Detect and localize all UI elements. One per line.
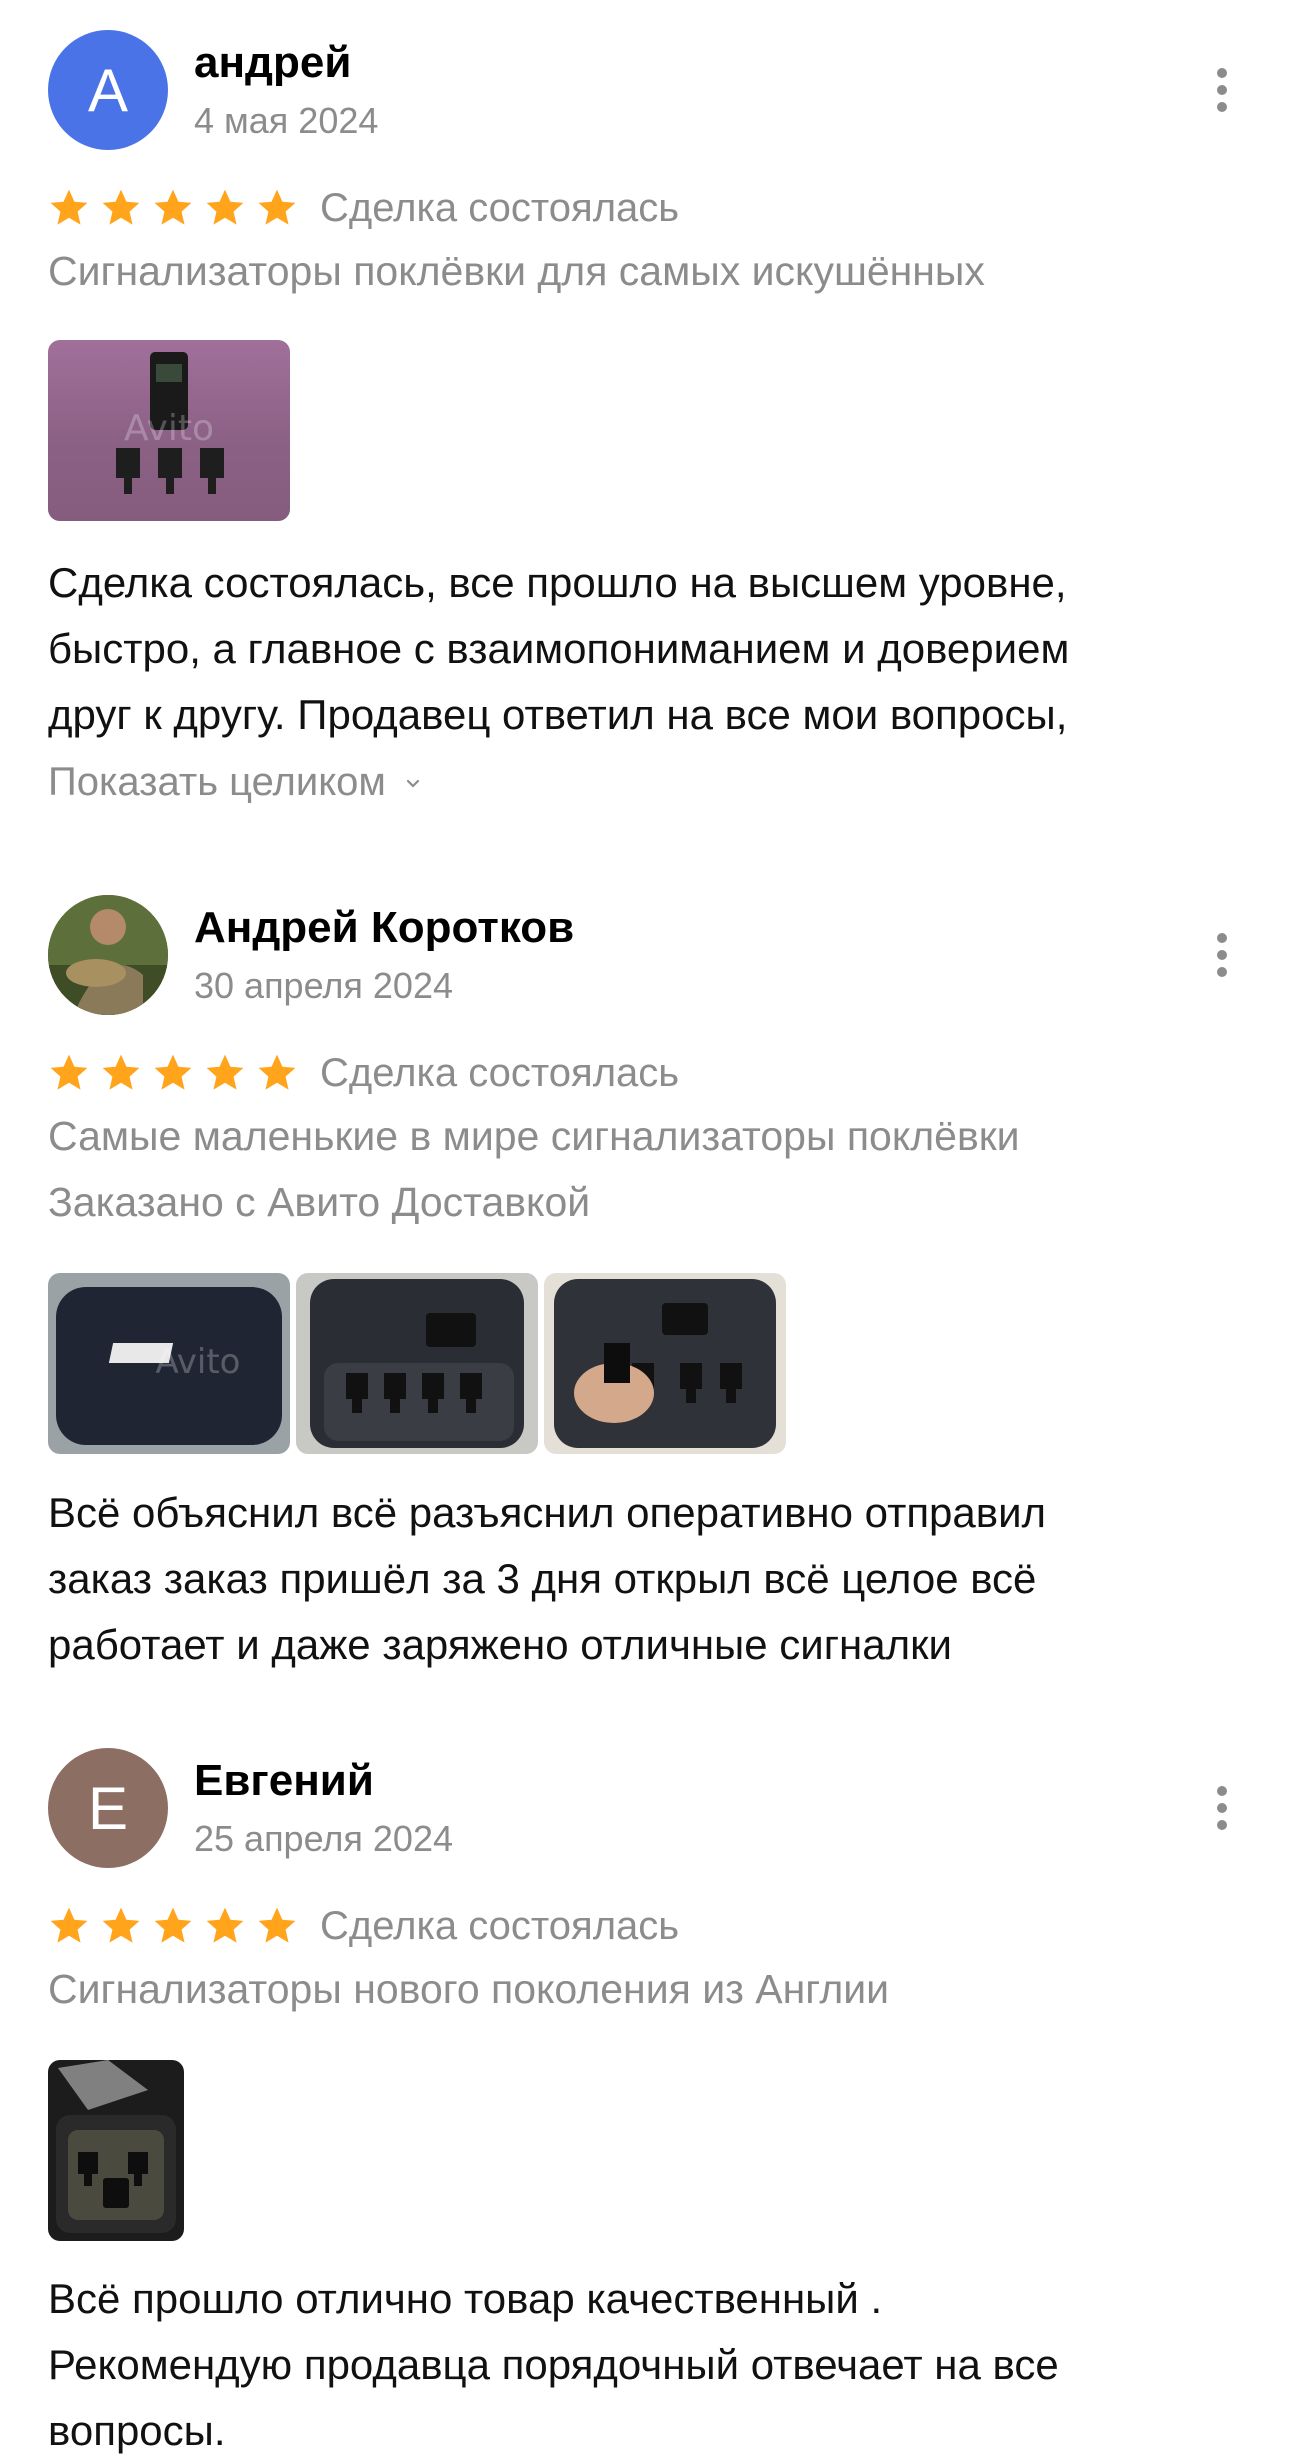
avatar[interactable]: А [48, 30, 168, 150]
review-text-line: заказ заказ пришёл за 3 дня открыл всё ц… [48, 1555, 1037, 1602]
review-text: Всё прошло отлично товар качественный . … [48, 2266, 1242, 2464]
review-photo[interactable] [544, 1273, 786, 1454]
star-icon [102, 1907, 140, 1943]
star-icon [206, 189, 244, 225]
star-icon [50, 1054, 88, 1090]
avatar-letter: А [87, 56, 129, 124]
review-photo[interactable] [48, 2060, 184, 2241]
reviewer-name[interactable]: андрей [194, 38, 351, 88]
review-text-line: быстро, а главное с взаимопониманием и д… [48, 625, 1070, 672]
star-icon [102, 189, 140, 225]
avatar[interactable] [48, 895, 168, 1015]
show-more-button[interactable]: Показать целиком [48, 760, 424, 805]
review-photos: Avito [48, 1273, 786, 1454]
reviewer-name[interactable]: Андрей Коротков [194, 903, 574, 953]
watermark: Avito [124, 408, 214, 449]
avatar-letter: Е [87, 1774, 129, 1842]
review-text-line: Всё прошло отлично товар качественный . [48, 2275, 883, 2322]
star-icon [206, 1054, 244, 1090]
watermark: Avito [156, 1342, 241, 1382]
review-text-line: друг к другу. Продавец ответил на все мо… [48, 691, 1068, 738]
more-options-icon[interactable] [1202, 60, 1242, 120]
delivery-note: Заказано с Авито Доставкой [48, 1179, 591, 1225]
review-photos [48, 2060, 184, 2241]
review-date: 4 мая 2024 [194, 100, 379, 141]
item-title[interactable]: Самые маленькие в мире сигнализаторы пок… [48, 1113, 1020, 1160]
review-card: Е Евгений 25 апреля 2024 Сделка состояла… [48, 1748, 1242, 2454]
chevron-down-icon [406, 779, 420, 788]
item-title[interactable]: Сигнализаторы поклёвки для самых искушён… [48, 248, 985, 295]
reviewer-name[interactable]: Евгений [194, 1756, 374, 1806]
review-photo[interactable]: Avito [48, 1273, 290, 1454]
review-text: Сделка состоялась, все прошло на высшем … [48, 550, 1242, 748]
avatar[interactable]: Е [48, 1748, 168, 1868]
more-options-icon[interactable] [1202, 925, 1242, 985]
review-text-line: Сделка состоялась, все прошло на высшем … [48, 559, 1067, 606]
star-icon [258, 189, 296, 225]
star-icon [258, 1907, 296, 1943]
show-more-label: Показать целиком [48, 760, 386, 804]
review-photos: Avito [48, 340, 290, 521]
review-text-line: работает и даже заряжено отличные сигнал… [48, 1621, 952, 1668]
review-text-line: вопросы. [48, 2407, 226, 2454]
star-icon [50, 1907, 88, 1943]
review-text-line: Всё объяснил всё разъяснил оперативно от… [48, 1489, 1047, 1536]
deal-status: Сделка состоялась [320, 1050, 680, 1095]
star-rating: Сделка состоялась [48, 183, 679, 233]
star-icon [154, 189, 192, 225]
star-icon [102, 1054, 140, 1090]
star-icon [258, 1054, 296, 1090]
item-title[interactable]: Сигнализаторы нового поколения из Англии [48, 1966, 889, 2013]
star-icon [154, 1054, 192, 1090]
review-card: Андрей Коротков 30 апреля 2024 Сделка со… [48, 895, 1242, 1675]
review-text: Всё объяснил всё разъяснил оперативно от… [48, 1480, 1242, 1678]
star-icon [154, 1907, 192, 1943]
deal-status: Сделка состоялась [320, 1903, 680, 1948]
review-photo[interactable] [296, 1273, 538, 1454]
review-text-line: Рекомендую продавца порядочный отвечает … [48, 2341, 1059, 2388]
star-icon [206, 1907, 244, 1943]
star-rating: Сделка состоялась [48, 1048, 679, 1098]
review-card: А андрей 4 мая 2024 Сделка состоялась Си… [48, 30, 1242, 820]
more-options-icon[interactable] [1202, 1778, 1242, 1838]
star-icon [50, 189, 88, 225]
star-rating: Сделка состоялась [48, 1901, 679, 1951]
review-date: 25 апреля 2024 [194, 1818, 453, 1859]
deal-status: Сделка состоялась [320, 185, 680, 230]
review-date: 30 апреля 2024 [194, 965, 453, 1006]
review-photo[interactable]: Avito [48, 340, 290, 521]
